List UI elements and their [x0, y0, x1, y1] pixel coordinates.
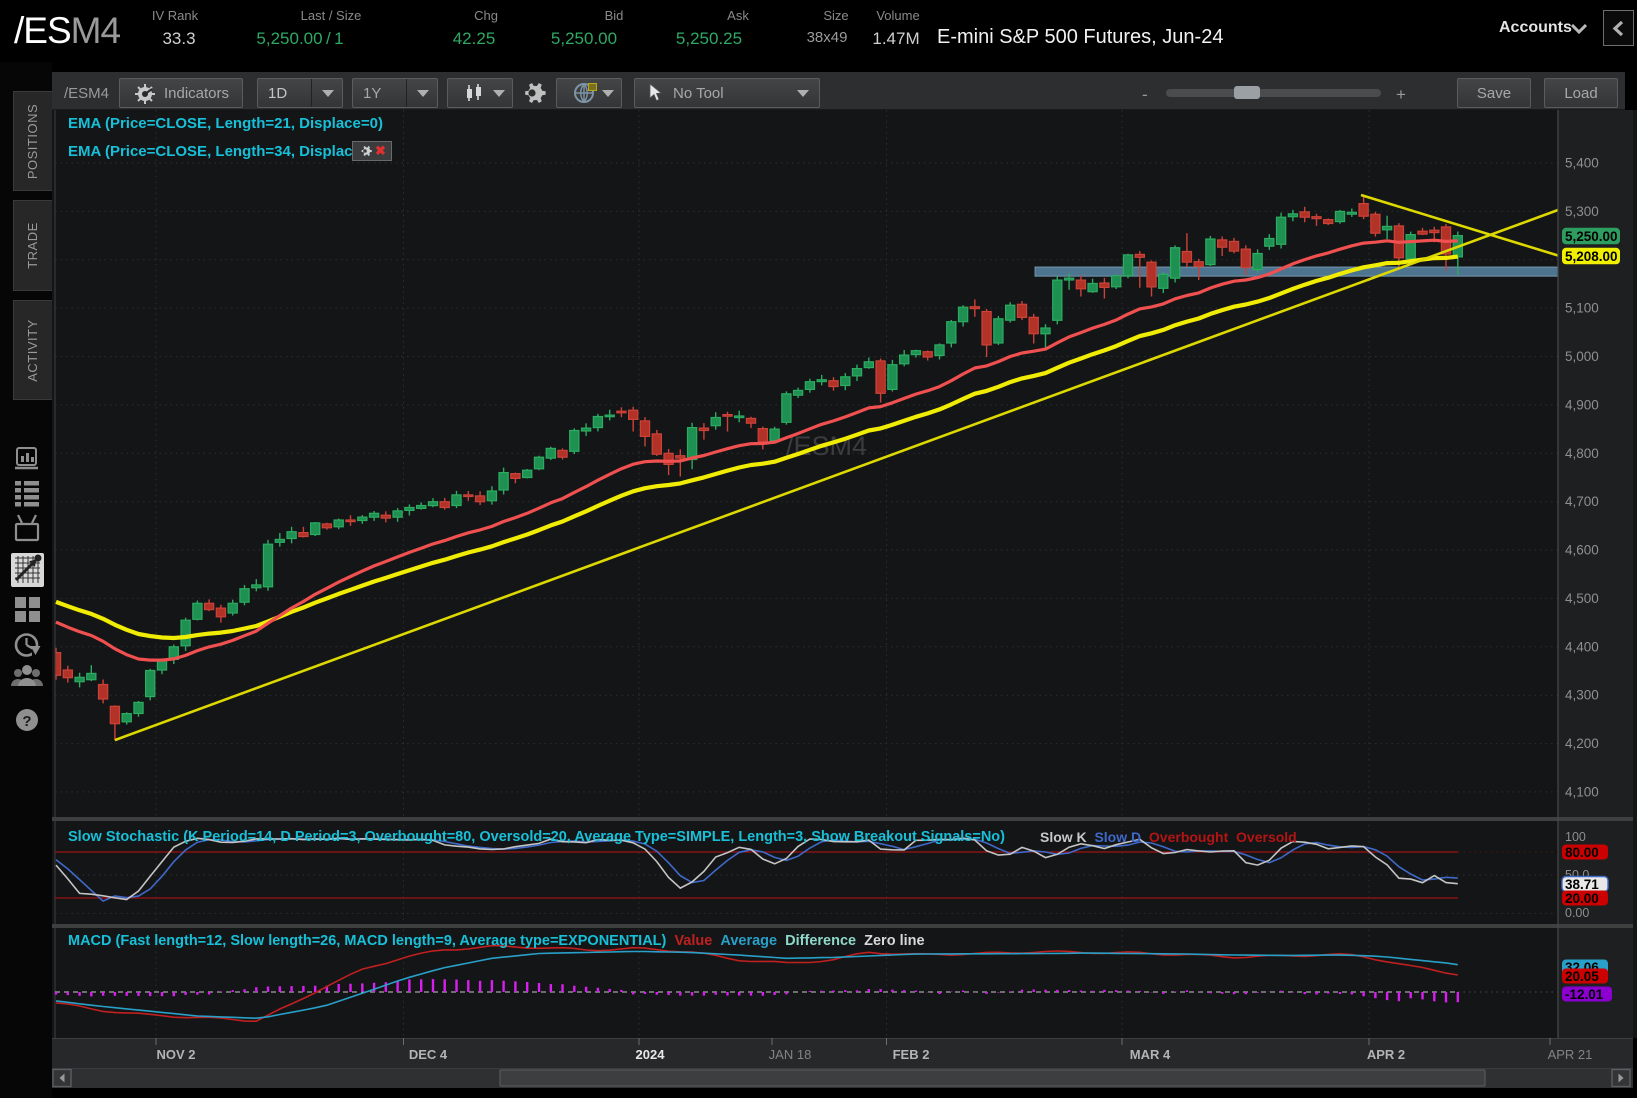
svg-text:DEC 4: DEC 4 — [409, 1047, 448, 1062]
svg-text:2024: 2024 — [636, 1047, 666, 1062]
svg-text:FEB 2: FEB 2 — [893, 1047, 930, 1062]
svg-text:APR 21: APR 21 — [1548, 1047, 1593, 1062]
svg-text:0.00: 0.00 — [1565, 906, 1589, 920]
svg-text:4,500: 4,500 — [1565, 591, 1599, 606]
svg-text:80.00: 80.00 — [1565, 845, 1599, 860]
svg-text:5,300: 5,300 — [1565, 204, 1599, 219]
svg-text:4,200: 4,200 — [1565, 736, 1599, 751]
svg-text:5,208.00: 5,208.00 — [1565, 249, 1618, 264]
svg-text:JAN 18: JAN 18 — [769, 1047, 812, 1062]
svg-text:5,100: 5,100 — [1565, 301, 1599, 316]
svg-text:5,250.00: 5,250.00 — [1565, 229, 1618, 244]
svg-text:5,400: 5,400 — [1565, 156, 1599, 171]
svg-text:4,100: 4,100 — [1565, 784, 1599, 799]
svg-text:4,400: 4,400 — [1565, 639, 1599, 654]
svg-text:100: 100 — [1565, 830, 1586, 844]
svg-text:4,700: 4,700 — [1565, 494, 1599, 509]
svg-text:APR 2: APR 2 — [1367, 1047, 1405, 1062]
svg-text:4,300: 4,300 — [1565, 688, 1599, 703]
svg-text:4,800: 4,800 — [1565, 446, 1599, 461]
svg-text:4,900: 4,900 — [1565, 397, 1599, 412]
svg-text:-12.01: -12.01 — [1565, 987, 1604, 1002]
svg-text:20.05: 20.05 — [1565, 969, 1599, 984]
svg-text:NOV 2: NOV 2 — [156, 1047, 195, 1062]
svg-text:4,600: 4,600 — [1565, 543, 1599, 558]
svg-text:5,000: 5,000 — [1565, 349, 1599, 364]
svg-text:MAR 4: MAR 4 — [1130, 1047, 1171, 1062]
svg-text:38.71: 38.71 — [1565, 877, 1599, 892]
svg-text:20.00: 20.00 — [1565, 891, 1599, 906]
